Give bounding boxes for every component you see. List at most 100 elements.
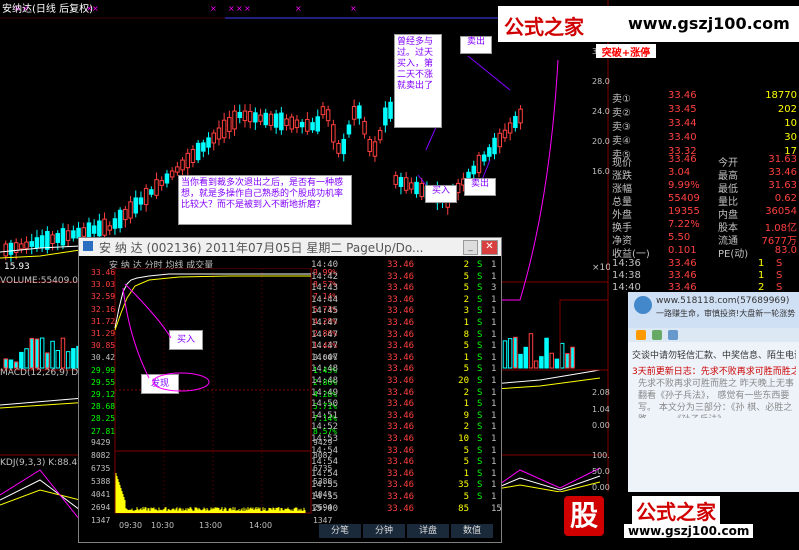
volume-bar [507,338,513,369]
candle [247,110,253,123]
minimize-button[interactable]: _ [463,240,478,255]
chat-url[interactable]: www.518118.com(57689969) [656,296,789,306]
candle [419,182,424,198]
ask-volume: 30 [784,132,797,143]
price-axis-label: 33.46 [91,268,116,277]
tick-price: 33.46 [387,468,415,479]
candle [305,119,310,132]
candle [487,147,492,157]
svg-text:×: × [228,4,235,13]
vol-axis-label: 6735 [91,464,111,473]
candle [206,137,211,148]
tick-time: 14:43 [311,283,339,294]
tick-price: 33.46 [387,283,415,294]
tick-direction: S [477,341,483,352]
candle [232,110,237,130]
tick-volume: 35 [458,480,469,491]
tick-time: 14:48 [311,364,339,375]
ask-label: 卖② [612,108,631,119]
close-button[interactable]: ✕ [481,240,498,255]
ask-volume: 202 [777,104,797,115]
tick-time: 14:49 [311,387,339,398]
stat-value: 0.101 [668,245,697,256]
file-icon[interactable] [668,330,678,340]
tick-count: 1 [491,410,497,421]
tab-3[interactable]: 数值 [451,524,493,538]
tick-row: 15:00 33.46 85 15 [311,503,502,517]
tick-price: 33.46 [387,503,415,514]
tick-direction: S [477,492,483,502]
svg-text:2.08: 2.08 [592,388,610,397]
tick-time: 14:54 [311,445,339,456]
candle [388,101,393,119]
volume-bar [528,333,534,369]
candle [3,243,8,257]
candle [138,197,144,205]
tick-time: 14:47 [311,352,339,363]
candle [211,132,216,144]
tab-0[interactable]: 分笔 [319,524,361,538]
watermark-brand-bottom: 公式之家 [632,496,720,525]
video-icon[interactable] [636,330,646,340]
tick-price: 33.46 [387,260,415,270]
volume-bar [60,337,66,369]
chat-update-body: 先求不败再求可胜而胜之 昨天晚上无事翻看《孙子兵法》， 感觉有一些东西要写。 本… [638,378,796,418]
candle [24,241,29,249]
tick-price: 33.46 [387,445,415,456]
tick-count: 1 [491,294,497,305]
chat-toolbar[interactable] [628,328,799,342]
stat-row: 换手 7.22% 股本 1.08亿 [608,219,799,234]
tick-time: 14:55 [311,492,339,502]
stat-row: 总量 55409 量比 0.62 [608,193,799,208]
candle [258,114,263,122]
tick-time: 14:47 [311,341,339,352]
tick-volume: 5 [463,457,469,468]
candle [263,112,268,126]
popup-titlebar[interactable]: 安 纳 达 (002136) 2011年07月05日 星期二 PageUp/Do… [79,238,501,256]
stat-row: 涨跌 3.04 最高 33.46 [608,167,799,182]
candle [383,107,388,126]
tick-time: 14:52 [311,422,339,433]
annotation-note-2: 当你看到裁多次退出之后，是否有一种感想，就是多操作自己熟悉的个股成功机率比较大？… [178,175,352,225]
tick-time: 14:53 [311,434,339,444]
watermark-brand: 公式之家 [504,15,584,39]
watermark-bottom: 股 公式之家 www.gszj100.com [558,492,799,546]
tick-price: 33.46 [387,399,415,410]
tick-direction: S [477,376,483,386]
ask-row: 卖③ 33.44 10 [608,118,799,133]
logo-stock-icon: 股 [564,496,604,536]
candle [507,122,513,134]
tick-volume: 85 [458,503,469,514]
volume-bar [50,340,55,369]
candle [71,230,76,239]
tick-volume: 5 [463,445,469,456]
stat-row: 涨幅 9.99% 最低 31.63 [608,180,799,195]
stat-value-2: 31.63 [768,154,797,165]
tick-price: 33.46 [387,387,415,398]
volume-bar [502,340,508,369]
intraday-popup-window[interactable]: 安 纳 达 (002136) 2011年07月05日 星期二 PageUp/Do… [78,237,502,543]
voice-icon[interactable] [652,330,662,340]
chat-update-title[interactable]: 3天前更新日志：先求不败再求可胜而胜之 [632,364,796,377]
tick-volume: 1 [463,352,469,363]
candle [81,227,86,237]
ask-row: 卖② 33.45 202 [608,104,799,119]
candle [481,154,487,162]
price-axis-label: 28.68 [91,402,116,412]
tick-time: 14:45 [311,306,339,317]
tick-count: 1 [491,271,497,282]
tab-2[interactable]: 详盘 [407,524,449,538]
candle [216,127,222,140]
tick-count: 1 [491,492,497,502]
chat-window[interactable]: www.518118.com(57689969) 一路赚生命，审慎投资!大盘新一… [628,292,799,492]
candle [336,143,341,154]
tick-price: 33.46 [387,352,415,363]
ask-volume: 18770 [765,90,797,101]
svg-text:1.04: 1.04 [592,405,610,414]
tick-count: 1 [491,329,497,340]
tab-1[interactable]: 分钟 [363,524,405,538]
candle [492,137,497,155]
volume-bar [549,352,554,369]
tick-time: 15:00 [311,503,339,514]
volume-bar [523,346,528,369]
